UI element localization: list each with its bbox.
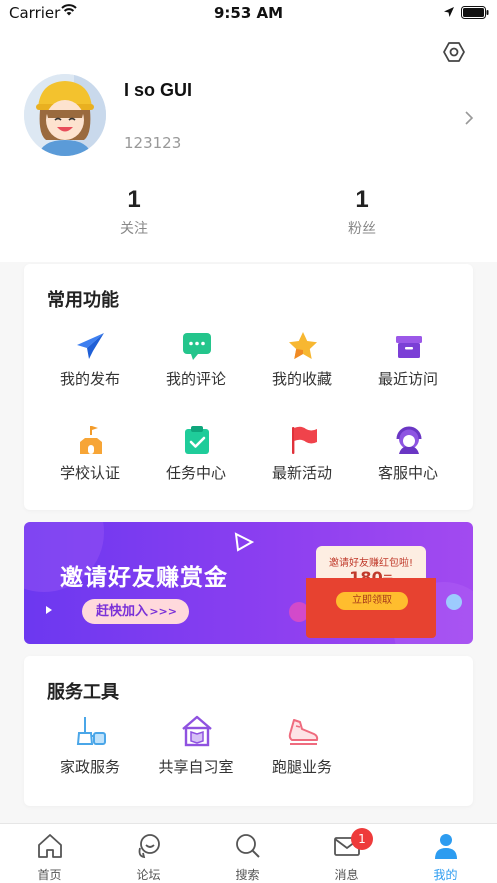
- clipboard-check-icon: [185, 426, 209, 454]
- following-label: 关注: [120, 221, 148, 237]
- tab-label: 搜索: [235, 868, 260, 882]
- school-icon: [80, 426, 102, 454]
- tab-home[interactable]: 首页: [0, 824, 99, 883]
- profile-row[interactable]: I so GUI 123123: [0, 70, 497, 170]
- func-label: 客服中心: [377, 464, 438, 482]
- bottom-tab-bar: 首页 论坛 搜索 1 消息 我的: [0, 823, 497, 883]
- person-icon: [435, 834, 457, 859]
- func-label: 最新活动: [271, 464, 332, 482]
- tab-search[interactable]: 搜索: [198, 824, 297, 883]
- func-school-verify[interactable]: 学校认证: [37, 424, 143, 494]
- send-icon: [77, 333, 104, 359]
- tab-label: 首页: [37, 868, 62, 882]
- unread-badge: 1: [351, 828, 373, 850]
- headset-icon: [396, 426, 422, 454]
- join-now-label: 赶快加入: [96, 604, 149, 619]
- tool-errands[interactable]: 跑腿业务: [249, 714, 355, 784]
- envelope-body: 立即领取: [306, 578, 436, 638]
- tool-label: 家政服务: [59, 758, 120, 776]
- tab-label: 我的: [433, 868, 458, 882]
- func-task-center[interactable]: 任务中心: [143, 424, 249, 494]
- func-label: 任务中心: [165, 464, 226, 482]
- join-now-arrows: >>>: [149, 605, 177, 618]
- tab-label: 论坛: [136, 868, 161, 882]
- func-customer-service[interactable]: 客服中心: [355, 424, 461, 494]
- status-time: 9:53 AM: [213, 4, 284, 22]
- status-bar: Carrier 9:53 AM: [0, 0, 497, 26]
- func-label: 最近访问: [377, 370, 438, 388]
- fans-count: 1: [355, 186, 369, 213]
- func-my-comments[interactable]: 我的评论: [143, 330, 249, 400]
- stat-following[interactable]: 1 关注: [74, 186, 194, 238]
- tool-housekeeping[interactable]: 家政服务: [37, 714, 143, 784]
- section-title-tools: 服务工具: [47, 682, 119, 703]
- join-now-button[interactable]: 赶快加入 >>>: [82, 599, 189, 624]
- stats-row: 1 关注 1 粉丝: [0, 186, 497, 242]
- avatar[interactable]: [24, 74, 106, 156]
- func-label: 我的发布: [59, 370, 120, 388]
- tab-label: 消息: [334, 868, 359, 882]
- claim-button[interactable]: 立即领取: [336, 592, 408, 610]
- func-my-favorites[interactable]: 我的收藏: [249, 330, 355, 400]
- settings-hexagon-icon[interactable]: [442, 40, 466, 64]
- flag-icon: [292, 426, 317, 454]
- search-icon: [236, 834, 260, 858]
- tab-messages[interactable]: 1 消息: [297, 824, 396, 883]
- tool-label: 跑腿业务: [271, 758, 332, 776]
- forum-icon: [138, 834, 160, 859]
- func-label: 学校认证: [59, 464, 120, 482]
- tool-shared-study-room[interactable]: 共享自习室: [143, 714, 249, 784]
- home-icon: [38, 834, 62, 858]
- service-tools-card: 服务工具 家政服务 共享自习室 跑腿业务: [24, 656, 473, 806]
- username: I so GUI: [124, 80, 193, 100]
- func-recent-visits[interactable]: 最近访问: [355, 330, 461, 400]
- func-my-posts[interactable]: 我的发布: [37, 330, 143, 400]
- banner-headline: 邀请好友赚赏金: [60, 565, 228, 591]
- func-label: 我的评论: [165, 370, 226, 388]
- location-arrow-icon: [444, 7, 454, 17]
- stat-fans[interactable]: 1 粉丝: [302, 186, 422, 238]
- tab-mine[interactable]: 我的: [396, 824, 495, 883]
- func-label: 我的收藏: [271, 370, 332, 388]
- red-envelope: 邀请好友赚红包啦! 180元 立即领取: [306, 542, 438, 638]
- section-title-functions: 常用功能: [47, 290, 119, 311]
- common-functions-card: 常用功能 我的发布 我的评论 我的收藏 最近访问 学校认证 任务中心 最新活动 …: [24, 264, 473, 510]
- box-icon: [396, 336, 422, 358]
- chevron-right-icon[interactable]: [463, 110, 475, 126]
- envelope-text: 邀请好友赚红包啦!: [328, 558, 413, 569]
- func-latest-events[interactable]: 最新活动: [249, 424, 355, 494]
- star-icon: [289, 332, 317, 359]
- following-count: 1: [127, 186, 141, 213]
- tab-forum[interactable]: 论坛: [99, 824, 198, 883]
- house-book-icon: [182, 715, 212, 747]
- fans-label: 粉丝: [348, 221, 376, 237]
- battery-icon: [461, 6, 489, 19]
- comment-icon: [183, 333, 211, 360]
- user-id: 123123: [124, 134, 182, 152]
- broom-icon: [76, 717, 106, 745]
- sneaker-icon: [288, 719, 319, 745]
- avatar-illustration: [24, 74, 106, 156]
- invite-banner[interactable]: 邀请好友赚赏金 赶快加入 >>> 邀请好友赚红包啦! 180元 立即领取: [24, 522, 473, 644]
- tool-label: 共享自习室: [158, 758, 234, 776]
